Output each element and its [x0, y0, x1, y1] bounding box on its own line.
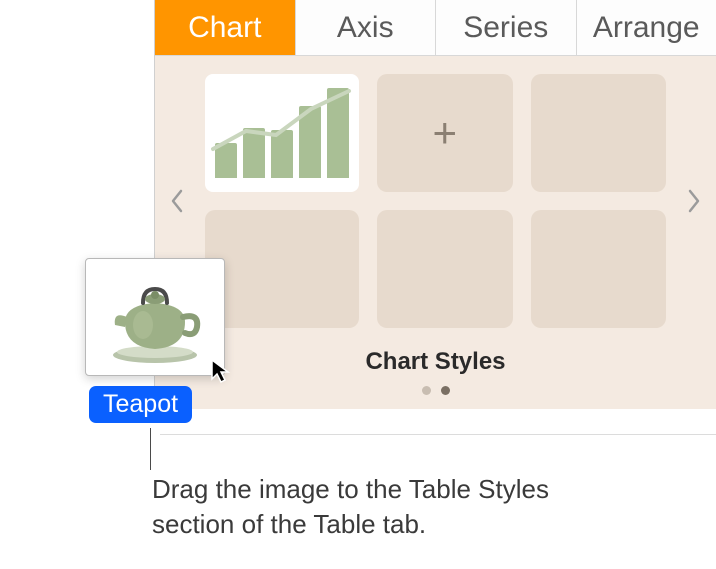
teapot-icon [95, 267, 215, 367]
dragged-thumbnail [85, 258, 225, 376]
style-add-button[interactable]: + [377, 74, 513, 192]
chevron-left-icon [170, 189, 184, 213]
format-panel: Chart Axis Series Arrange [155, 0, 716, 409]
callout-connector [150, 428, 151, 470]
bar-chart-icon [215, 88, 349, 178]
format-tabbar: Chart Axis Series Arrange [155, 0, 716, 56]
chart-styles-section: + Chart Styles [155, 56, 716, 409]
tab-axis[interactable]: Axis [296, 0, 437, 55]
tab-chart[interactable]: Chart [155, 0, 296, 55]
style-slot-empty[interactable] [377, 210, 513, 328]
style-slot-empty[interactable] [531, 210, 667, 328]
styles-next-button[interactable] [680, 189, 708, 213]
plus-icon: + [432, 109, 457, 157]
styles-carousel: + [155, 74, 716, 328]
dragged-item-label: Teapot [89, 386, 192, 423]
chevron-right-icon [687, 189, 701, 213]
callout-caption: Drag the image to the Table Styles secti… [152, 472, 582, 542]
styles-section-title: Chart Styles [155, 348, 716, 376]
style-preset-barchart[interactable] [205, 74, 359, 192]
styles-grid: + [191, 74, 680, 328]
cursor-icon [208, 357, 236, 385]
tab-arrange[interactable]: Arrange [577, 0, 716, 55]
tab-series[interactable]: Series [436, 0, 577, 55]
divider [160, 434, 716, 435]
page-dot[interactable] [422, 386, 431, 395]
styles-prev-button[interactable] [163, 189, 191, 213]
styles-page-dots [155, 386, 716, 395]
page-dot-active[interactable] [441, 386, 450, 395]
style-slot-empty[interactable] [531, 74, 667, 192]
dragged-image-item[interactable]: Teapot [85, 258, 230, 423]
